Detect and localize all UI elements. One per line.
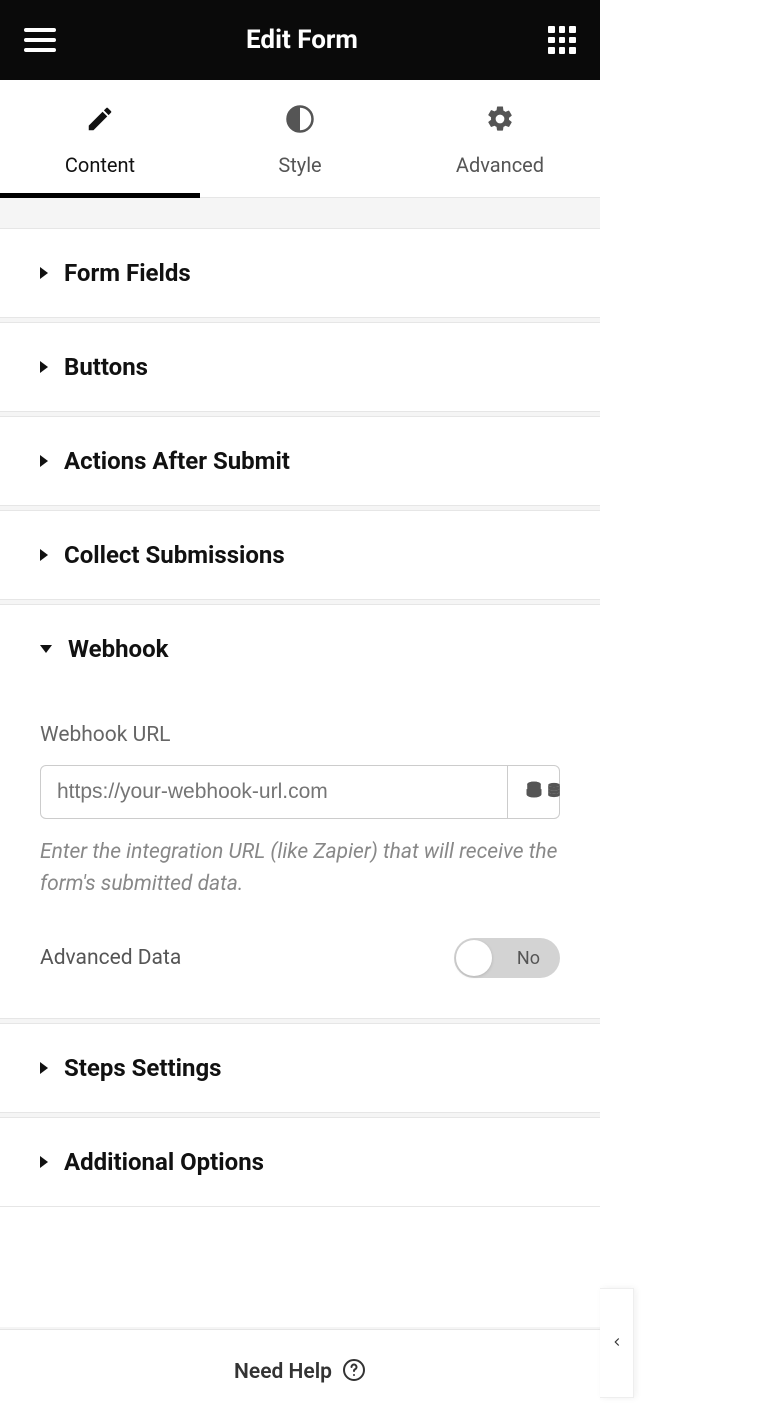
- webhook-url-row: [40, 765, 560, 819]
- tab-label: Content: [65, 153, 135, 177]
- section-buttons: Buttons: [0, 322, 600, 412]
- section-header-actions[interactable]: Actions After Submit: [0, 417, 600, 505]
- advanced-data-label: Advanced Data: [40, 946, 181, 970]
- tab-label: Style: [278, 153, 321, 177]
- section-header-additional[interactable]: Additional Options: [0, 1118, 600, 1206]
- panel-tabs: Content Style Advanced: [0, 80, 600, 198]
- section-additional-options: Additional Options: [0, 1117, 600, 1207]
- webhook-url-description: Enter the integration URL (like Zapier) …: [40, 837, 560, 900]
- half-circle-icon: [285, 104, 315, 139]
- panel-title: Edit Form: [246, 25, 358, 55]
- section-body-webhook: Webhook URL Enter the integration URL (l…: [0, 693, 600, 1018]
- section-title: Form Fields: [64, 259, 191, 287]
- gear-icon: [485, 104, 515, 139]
- caret-down-icon: [40, 645, 52, 653]
- section-title: Buttons: [64, 353, 148, 381]
- section-title: Collect Submissions: [64, 541, 285, 569]
- toggle-knob: [456, 940, 492, 976]
- caret-right-icon: [40, 549, 48, 561]
- pencil-icon: [85, 104, 115, 139]
- sections-container: Form Fields Buttons Actions After Submit…: [0, 198, 600, 1329]
- section-title: Steps Settings: [64, 1054, 221, 1082]
- caret-right-icon: [40, 455, 48, 467]
- need-help-link[interactable]: Need Help: [234, 1360, 332, 1384]
- section-collect-submissions: Collect Submissions: [0, 510, 600, 600]
- editor-panel: Edit Form Content Style Advanced: [0, 0, 600, 1414]
- section-webhook: Webhook Webhook URL Enter the integratio…: [0, 604, 600, 1019]
- tab-advanced[interactable]: Advanced: [400, 80, 600, 197]
- tab-content[interactable]: Content: [0, 80, 200, 197]
- section-header-webhook[interactable]: Webhook: [0, 605, 600, 693]
- section-title: Webhook: [68, 635, 168, 663]
- webhook-url-label: Webhook URL: [40, 723, 560, 747]
- apps-grid-icon[interactable]: [548, 26, 576, 54]
- toggle-state-label: No: [517, 948, 540, 969]
- caret-right-icon: [40, 1062, 48, 1074]
- section-header-form-fields[interactable]: Form Fields: [0, 229, 600, 317]
- advanced-data-row: Advanced Data No: [40, 938, 560, 978]
- panel-header: Edit Form: [0, 0, 600, 80]
- section-header-buttons[interactable]: Buttons: [0, 323, 600, 411]
- dynamic-tags-button[interactable]: [508, 765, 560, 819]
- panel-footer: Need Help: [0, 1329, 600, 1414]
- caret-right-icon: [40, 361, 48, 373]
- chevron-left-icon: [610, 1334, 624, 1353]
- tab-style[interactable]: Style: [200, 80, 400, 197]
- tab-label: Advanced: [456, 153, 544, 177]
- menu-icon[interactable]: [24, 28, 56, 52]
- webhook-url-input[interactable]: [40, 765, 508, 819]
- section-steps-settings: Steps Settings: [0, 1023, 600, 1113]
- advanced-data-toggle[interactable]: No: [454, 938, 560, 978]
- section-title: Actions After Submit: [64, 447, 290, 475]
- help-icon[interactable]: [342, 1358, 366, 1386]
- section-header-steps[interactable]: Steps Settings: [0, 1024, 600, 1112]
- section-form-fields: Form Fields: [0, 228, 600, 318]
- caret-right-icon: [40, 1156, 48, 1168]
- section-actions-after-submit: Actions After Submit: [0, 416, 600, 506]
- section-header-collect[interactable]: Collect Submissions: [0, 511, 600, 599]
- database-icon: [524, 780, 544, 804]
- section-title: Additional Options: [64, 1148, 264, 1176]
- panel-collapse-handle[interactable]: [600, 1288, 634, 1398]
- caret-right-icon: [40, 267, 48, 279]
